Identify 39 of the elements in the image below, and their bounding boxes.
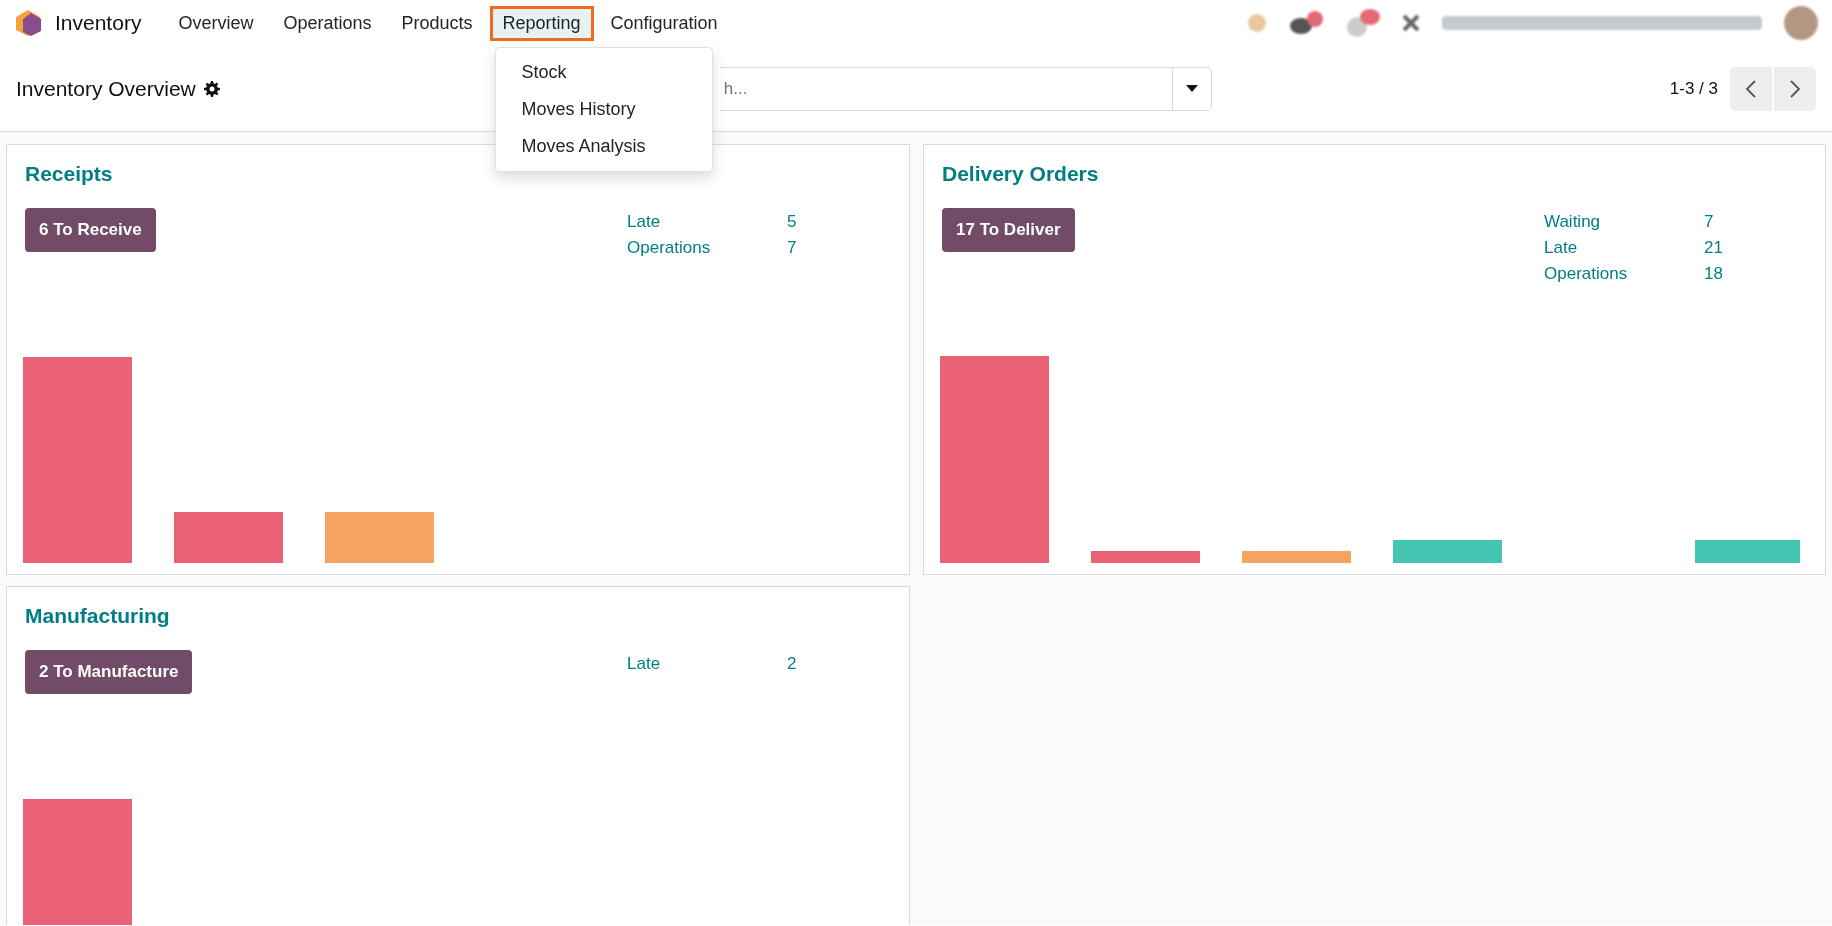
- previous-page-button[interactable]: [1730, 66, 1772, 111]
- user-avatar[interactable]: [1784, 6, 1818, 40]
- pager-range: 1-3 / 3: [1669, 78, 1718, 99]
- stat-count[interactable]: 5: [787, 212, 797, 232]
- stat-link[interactable]: Late: [1544, 238, 1704, 258]
- app-logo-icon[interactable]: [14, 9, 42, 37]
- menu-tab[interactable]: Reporting: [489, 5, 594, 41]
- stat-count[interactable]: 7: [787, 238, 797, 258]
- dropdown-item[interactable]: Moves Analysis: [495, 127, 712, 165]
- caret-icon: [1185, 85, 1198, 92]
- action-button[interactable]: 2 To Manufacture: [25, 650, 193, 694]
- stat-count[interactable]: 18: [1704, 264, 1723, 284]
- dropdown-item[interactable]: Moves History: [495, 90, 712, 128]
- stat-link[interactable]: Late: [627, 212, 787, 232]
- app-name[interactable]: Inventory: [55, 11, 142, 35]
- chevron-left-icon: [1745, 78, 1757, 99]
- action-button[interactable]: 6 To Receive: [25, 208, 156, 252]
- page-title: Inventory Overview: [16, 76, 196, 101]
- dropdown-item[interactable]: Stock: [495, 53, 712, 91]
- action-button[interactable]: 17 To Deliver: [942, 208, 1075, 252]
- card-title[interactable]: Manufacturing: [25, 604, 887, 628]
- stat-count[interactable]: 21: [1704, 238, 1723, 258]
- stat-link[interactable]: Operations: [627, 238, 787, 258]
- stat-link[interactable]: Waiting: [1544, 212, 1704, 232]
- search-options-toggle[interactable]: [1171, 66, 1212, 111]
- menu-tab[interactable]: Overview: [165, 5, 267, 41]
- settings-icon[interactable]: [203, 80, 220, 97]
- stat-count[interactable]: 7: [1704, 212, 1723, 232]
- stat-link[interactable]: Operations: [1544, 264, 1704, 284]
- menu-tab[interactable]: Operations: [270, 5, 385, 41]
- stat-count[interactable]: 2: [787, 654, 797, 674]
- menu-tab[interactable]: Configuration: [597, 5, 731, 41]
- next-page-button[interactable]: [1774, 66, 1816, 111]
- menu-tab[interactable]: Products: [388, 5, 486, 41]
- card-title[interactable]: Delivery Orders: [942, 162, 1803, 186]
- card-title[interactable]: Receipts: [25, 162, 887, 186]
- stat-link[interactable]: Late: [627, 654, 787, 674]
- chevron-right-icon: [1789, 78, 1801, 99]
- search-field[interactable]: h...: [719, 66, 1172, 111]
